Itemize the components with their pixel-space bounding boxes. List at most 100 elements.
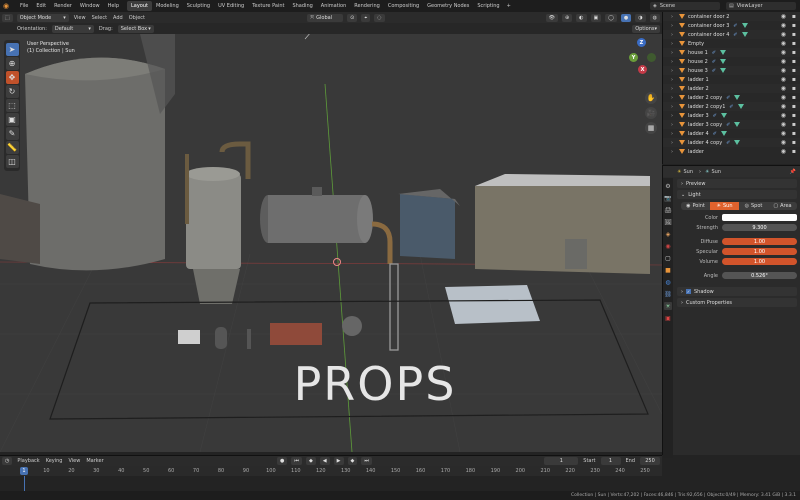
view-layer-tab-icon[interactable]: 🖼: [664, 218, 672, 226]
pivot-button[interactable]: ⊙: [347, 13, 358, 22]
camera-icon[interactable]: ▪: [792, 103, 796, 110]
volume-field[interactable]: 1.00: [722, 258, 797, 265]
orientation-dropdown[interactable]: Default ▾: [51, 24, 94, 33]
snap-button[interactable]: ⌖: [361, 13, 371, 22]
menu-window[interactable]: Window: [76, 3, 104, 9]
shadow-checkbox[interactable]: ✓: [686, 289, 691, 294]
outliner-row[interactable]: › container door 4 ✐ ◉ ▪: [663, 30, 800, 39]
scene-selector[interactable]: ◈ Scene: [650, 2, 720, 10]
shading-wireframe-button[interactable]: ◯: [605, 13, 617, 22]
viewport-menu-object[interactable]: Object: [126, 15, 148, 21]
timeline-editor-type-button[interactable]: ◷: [2, 457, 13, 465]
timeline-menu-marker[interactable]: Marker: [83, 458, 106, 464]
shading-material-button[interactable]: ◑: [635, 13, 646, 22]
tab-sculpting[interactable]: Sculpting: [183, 1, 214, 11]
outliner-row[interactable]: › ladder 2 copy1 ✐ ◉ ▪: [663, 102, 800, 111]
timeline-track-area[interactable]: [0, 476, 662, 491]
chevron-right-icon[interactable]: ›: [671, 104, 673, 110]
shading-rendered-button[interactable]: ◍: [649, 13, 660, 22]
scene-tab-icon[interactable]: ◈: [664, 230, 672, 238]
angle-field[interactable]: 0.526°: [722, 272, 797, 279]
end-frame-field[interactable]: 250: [640, 457, 661, 465]
diffuse-field[interactable]: 1.00: [722, 238, 797, 245]
eye-icon[interactable]: ◉: [781, 148, 786, 155]
viewport-menu-select[interactable]: Select: [89, 15, 110, 21]
outliner-row[interactable]: › Empty ◉ ▪: [663, 39, 800, 48]
outliner-row[interactable]: › container door 3 ✐ ◉ ▪: [663, 21, 800, 30]
move-tool-button[interactable]: ✥: [5, 71, 19, 84]
camera-icon[interactable]: ▪: [792, 130, 796, 137]
preview-panel-header[interactable]: › Preview: [677, 179, 797, 188]
camera-icon[interactable]: ▪: [792, 67, 796, 74]
timeline-ruler[interactable]: 1102030405060708090100110120130140150160…: [0, 466, 662, 476]
camera-icon[interactable]: ▪: [792, 112, 796, 119]
camera-icon[interactable]: ▪: [792, 139, 796, 146]
start-frame-field[interactable]: 1: [600, 457, 621, 465]
light-type-sun[interactable]: ☀ Sun: [710, 202, 739, 210]
options-button[interactable]: Options ▾: [632, 24, 660, 33]
gizmo-z[interactable]: Z: [637, 38, 646, 47]
outliner-row[interactable]: › house 3 ✐ ◉ ▪: [663, 66, 800, 75]
render-tab-icon[interactable]: 📷: [664, 194, 672, 202]
drag-dropdown[interactable]: Select Box ▾: [117, 24, 154, 33]
camera-icon[interactable]: ▪: [792, 94, 796, 101]
camera-icon[interactable]: ▪: [792, 22, 796, 29]
jump-start-button[interactable]: ⏮: [291, 457, 302, 465]
jump-end-button[interactable]: ⏭: [361, 457, 372, 465]
outliner-row[interactable]: › ladder 3 copy ✐ ◉ ▪: [663, 120, 800, 129]
xray-button[interactable]: ▣: [590, 13, 602, 22]
tool-tab-icon[interactable]: ⚙: [664, 182, 672, 190]
timeline-menu-playback[interactable]: Playback: [14, 458, 42, 464]
measure-tool-button[interactable]: 📏: [5, 141, 19, 154]
tab-compositing[interactable]: Compositing: [384, 1, 423, 11]
tab-geometry-nodes[interactable]: Geometry Nodes: [423, 1, 473, 11]
light-panel-header[interactable]: ⌄ Light: [677, 190, 797, 199]
eye-icon[interactable]: ◉: [781, 112, 786, 119]
chevron-right-icon[interactable]: ›: [671, 68, 673, 74]
object-tab-icon[interactable]: ■: [664, 266, 672, 274]
pin-icon[interactable]: 📌: [790, 169, 796, 175]
custom-properties-panel-header[interactable]: › Custom Properties: [677, 298, 797, 307]
outliner-row[interactable]: › house 2 ✐ ◉ ▪: [663, 57, 800, 66]
chevron-right-icon[interactable]: ›: [671, 113, 673, 119]
proportional-edit-button[interactable]: ◌: [374, 13, 385, 22]
tab-animation[interactable]: Animation: [317, 1, 351, 11]
outliner-row[interactable]: › ladder 3 ✐ ◉ ▪: [663, 111, 800, 120]
viewlayer-selector[interactable]: ▤ ViewLayer: [726, 2, 796, 10]
tab-layout[interactable]: Layout: [127, 1, 152, 11]
outliner-row[interactable]: › ladder ◉ ▪: [663, 147, 800, 156]
prev-keyframe-button[interactable]: ◆: [305, 457, 316, 465]
light-data-tab-icon[interactable]: ☀: [664, 302, 672, 310]
current-frame-field[interactable]: 1: [544, 457, 579, 465]
chevron-right-icon[interactable]: ›: [671, 86, 673, 92]
gizmo-button[interactable]: ⊕: [561, 13, 573, 22]
camera-icon[interactable]: ▪: [792, 85, 796, 92]
eye-icon[interactable]: ◉: [781, 22, 786, 29]
chevron-right-icon[interactable]: ›: [671, 95, 673, 101]
collection-tab-icon[interactable]: ▢: [664, 254, 672, 262]
color-swatch[interactable]: [722, 214, 797, 221]
camera-icon[interactable]: ▪: [792, 121, 796, 128]
timeline-menu-keying[interactable]: Keying: [43, 458, 66, 464]
texture-tab-icon[interactable]: ▣: [664, 314, 672, 322]
light-type-area[interactable]: ▢ Area: [768, 202, 797, 210]
eye-icon[interactable]: ◉: [781, 85, 786, 92]
next-keyframe-button[interactable]: ◆: [347, 457, 358, 465]
camera-view-icon[interactable]: 🎥: [645, 107, 657, 119]
gizmo-neg-y[interactable]: [647, 53, 656, 62]
scale-tool-button[interactable]: ⬚: [5, 99, 19, 112]
chevron-right-icon[interactable]: ›: [671, 140, 673, 146]
timeline-menu-view[interactable]: View: [65, 458, 83, 464]
overlay-button[interactable]: ◐: [576, 13, 587, 22]
add-cube-tool-button[interactable]: ◫: [5, 155, 19, 168]
visibility-button[interactable]: 👁: [545, 13, 558, 22]
eye-icon[interactable]: ◉: [781, 58, 786, 65]
eye-icon[interactable]: ◉: [781, 67, 786, 74]
viewport-menu-add[interactable]: Add: [110, 15, 126, 21]
eye-icon[interactable]: ◉: [781, 121, 786, 128]
output-tab-icon[interactable]: 🖨: [664, 206, 672, 214]
camera-icon[interactable]: ▪: [792, 76, 796, 83]
strength-field[interactable]: 9.300: [722, 224, 797, 231]
camera-icon[interactable]: ▪: [792, 40, 796, 47]
transform-tool-button[interactable]: ▣: [5, 113, 19, 126]
